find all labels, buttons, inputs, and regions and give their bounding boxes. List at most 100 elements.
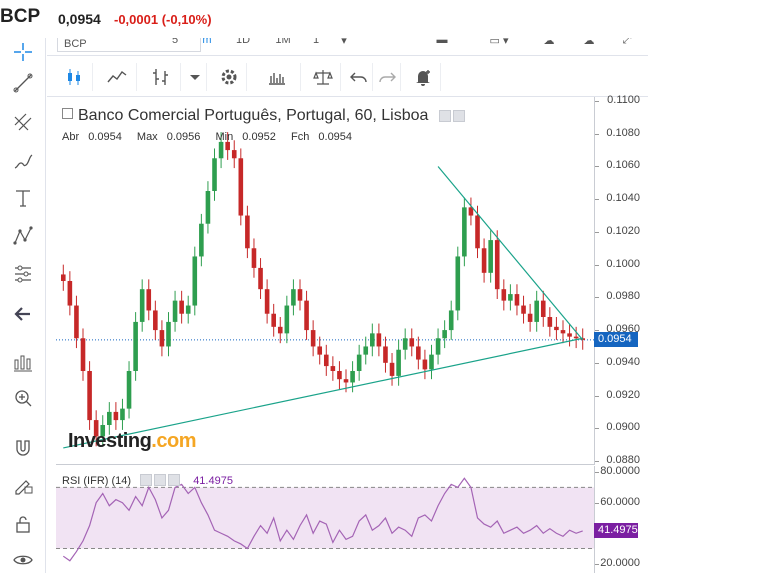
undo-icon[interactable] <box>345 63 373 91</box>
rsi-actions <box>140 474 182 489</box>
last-price: 0,0954 <box>58 11 101 27</box>
rsi-settings-icon[interactable] <box>154 474 167 486</box>
interval-m[interactable]: m <box>197 38 217 54</box>
price-tick-label: 0.0920 <box>606 388 640 401</box>
candle-body <box>74 305 79 339</box>
camera-icon[interactable]: ▬ <box>427 38 457 54</box>
dropdown-icon[interactable] <box>183 63 207 91</box>
indicators-icon[interactable] <box>141 63 181 91</box>
investing-logo: Investing.com <box>68 430 196 453</box>
high-label: Max <box>136 131 158 143</box>
candle-body <box>383 346 388 363</box>
zoom-in-icon[interactable] <box>8 348 38 376</box>
quote-header: BCP 0,0954 -0,0001 (-0,10%) <box>0 0 768 38</box>
candle-body <box>126 371 132 409</box>
low-value: 0.0952 <box>242 131 276 143</box>
eye-icon[interactable] <box>8 546 38 573</box>
alert-icon[interactable] <box>405 63 441 91</box>
interval-other[interactable]: 1 <box>309 38 323 54</box>
settings-icon[interactable] <box>211 63 247 91</box>
pattern-icon[interactable] <box>8 222 38 250</box>
rsi-tick-label: 80.0000 <box>600 465 640 478</box>
candle-body <box>409 338 415 347</box>
price-tick <box>595 395 599 397</box>
rsi-legend: RSI (IFR) (14) 41.4975 <box>62 474 233 489</box>
line-icon[interactable] <box>97 63 137 91</box>
candle-body <box>291 289 296 306</box>
interval-dropdown-icon[interactable]: ▾ <box>337 38 351 54</box>
series-settings-icon[interactable] <box>452 110 465 122</box>
candle-body <box>310 330 316 347</box>
open-value: 0.0954 <box>88 131 122 143</box>
candle-body <box>567 333 572 337</box>
chart-title: Banco Comercial Português, Portugal, 60,… <box>62 107 467 127</box>
candle-body <box>172 300 178 322</box>
candle-body <box>521 305 526 314</box>
price-tick-label: 0.1020 <box>606 224 640 237</box>
zoom-icon[interactable] <box>8 384 38 412</box>
text-icon[interactable] <box>8 184 38 212</box>
candle-body <box>231 150 237 159</box>
candle-body <box>277 326 283 334</box>
candle-body <box>396 349 401 376</box>
fib-icon[interactable] <box>8 108 38 136</box>
candle-body <box>80 338 86 371</box>
interval-5[interactable]: 5 <box>165 38 185 54</box>
cloud-upload-icon[interactable]: ☁ <box>574 38 604 54</box>
drawing-toolbar <box>0 38 46 573</box>
collapse-icon[interactable] <box>62 108 73 119</box>
interval-1d[interactable]: 1D <box>232 38 254 54</box>
candle-body <box>554 326 559 331</box>
trend-line-icon[interactable] <box>8 69 38 97</box>
close-label: Fch <box>290 131 310 143</box>
candle-body <box>573 336 579 339</box>
logo-text: Investing <box>68 430 152 452</box>
crosshair-icon[interactable] <box>8 38 38 66</box>
rsi-label: RSI (IFR) (14) <box>62 475 132 487</box>
price-pane[interactable] <box>56 97 594 465</box>
price-tick <box>595 264 599 266</box>
price-chart[interactable] <box>56 97 594 465</box>
candle-body <box>107 411 112 425</box>
price-tick <box>595 231 599 233</box>
rsi-scale[interactable]: 80.0000 60.0000 20.0000 <box>594 465 648 573</box>
price-tick-label: 0.1100 <box>607 94 640 106</box>
price-tick-label: 0.1060 <box>606 159 640 172</box>
open-label: Abr <box>62 131 80 143</box>
interval-1m[interactable]: 1M <box>272 38 294 54</box>
eye-toggle-icon[interactable] <box>438 110 451 122</box>
candle-body <box>416 346 421 360</box>
compare-icon[interactable] <box>253 63 301 91</box>
cloud-download-icon[interactable]: ☁ <box>534 38 564 54</box>
candle-body <box>304 300 309 331</box>
price-tick-label: 0.1040 <box>606 192 640 205</box>
redo-icon[interactable] <box>373 63 401 91</box>
candle-body <box>205 191 211 224</box>
candle-body <box>494 240 500 290</box>
top-toolbar-chart <box>47 57 648 97</box>
price-tick <box>595 461 599 462</box>
back-arrow-icon[interactable] <box>8 300 38 328</box>
rsi-eye-icon[interactable] <box>140 474 153 486</box>
rsi-current-label: 41.4975 <box>594 522 638 538</box>
candle-body <box>264 289 270 314</box>
brush-icon[interactable] <box>8 146 38 174</box>
fullscreen-icon[interactable]: ⤢ <box>615 38 639 54</box>
chart-title-text: Banco Comercial Português, Portugal, 60,… <box>78 107 429 124</box>
candle-body <box>540 300 546 317</box>
price-scale[interactable]: 0.1100 0.1080 0.1060 0.1040 0.1020 0.1000 0.09… <box>594 94 648 466</box>
candle-body <box>60 274 66 281</box>
candle-body <box>534 300 539 322</box>
candle-body <box>245 215 250 249</box>
magnet-icon[interactable] <box>8 434 38 462</box>
balance-icon[interactable] <box>305 63 341 91</box>
candles-icon[interactable] <box>55 63 93 91</box>
lock-icon[interactable] <box>8 510 38 538</box>
lock-drawing-icon[interactable] <box>8 470 38 498</box>
rsi-close-icon[interactable] <box>168 474 181 486</box>
candle-body <box>133 321 138 371</box>
candle-body <box>501 289 507 301</box>
measure-icon[interactable] <box>8 260 38 288</box>
price-change: -0,0001 (-0,10%) <box>114 12 212 27</box>
layout-icon[interactable]: ▭ ▾ <box>479 38 519 54</box>
